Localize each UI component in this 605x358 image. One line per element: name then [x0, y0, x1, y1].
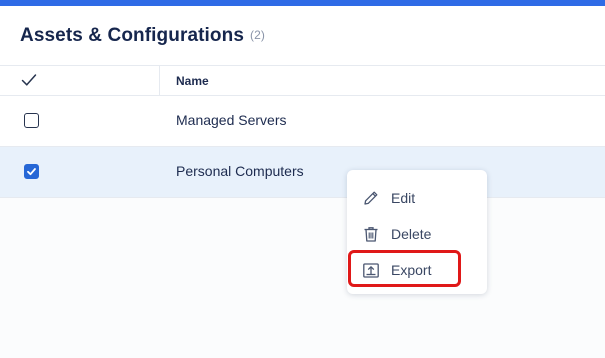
row-name[interactable]: Personal Computers	[176, 163, 304, 179]
table-header: Name	[0, 66, 605, 96]
checkmark-icon	[27, 168, 36, 176]
select-all-check-icon[interactable]	[21, 73, 37, 87]
table-row-selected[interactable]: Personal Computers	[0, 147, 605, 198]
page-title: Assets & Configurations (2)	[20, 25, 265, 47]
menu-item-edit[interactable]: Edit	[347, 180, 487, 214]
menu-item-delete[interactable]: Delete	[347, 216, 487, 250]
export-icon	[362, 261, 380, 279]
page-header: Assets & Configurations (2)	[0, 6, 605, 66]
row-name[interactable]: Managed Servers	[176, 112, 287, 128]
trash-icon	[362, 225, 380, 243]
menu-item-export[interactable]: Export	[347, 252, 487, 286]
menu-item-label: Delete	[391, 226, 432, 242]
table-row[interactable]: Managed Servers	[0, 96, 605, 147]
context-menu: Edit Delete Export	[347, 170, 487, 294]
menu-item-label: Export	[391, 262, 432, 278]
column-header-name[interactable]: Name	[176, 74, 209, 88]
page-title-text: Assets & Configurations	[20, 25, 244, 46]
menu-item-label: Edit	[391, 190, 416, 206]
row-checkbox-checked[interactable]	[24, 164, 39, 179]
column-divider	[159, 66, 160, 95]
row-checkbox[interactable]	[24, 113, 39, 128]
item-count: (2)	[250, 28, 265, 42]
pencil-icon	[362, 189, 380, 207]
